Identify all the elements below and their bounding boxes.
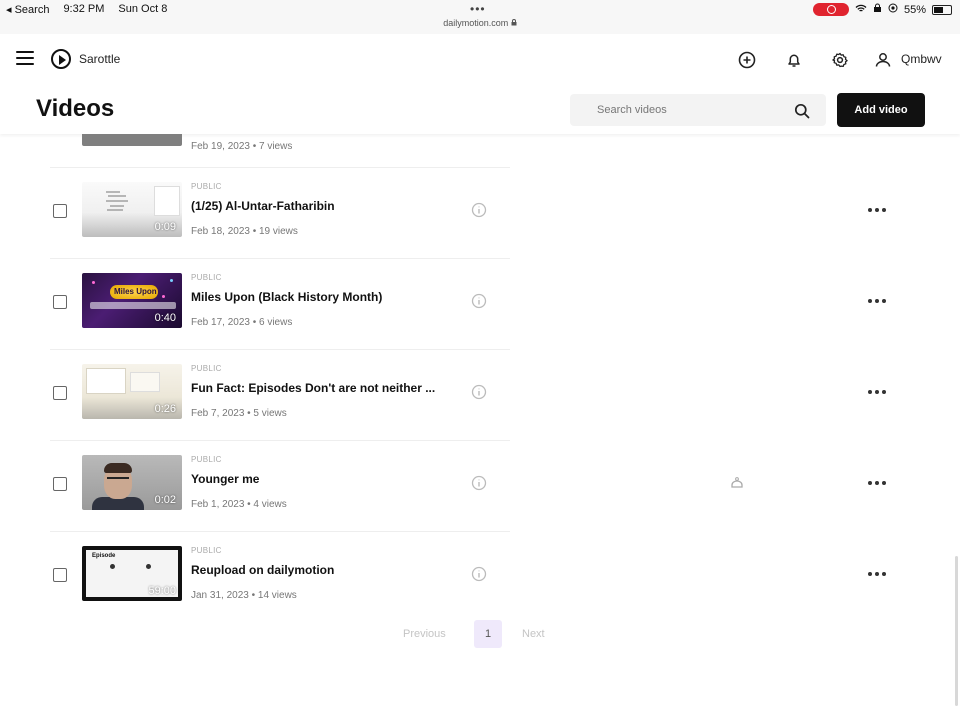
sparkle — [92, 281, 95, 284]
thumbnail-header-text: Episode — [92, 553, 116, 559]
video-title[interactable]: Miles Upon (Black History Month) — [191, 290, 382, 304]
video-title[interactable]: (1/25) Al-Untar-Fatharibin — [191, 199, 335, 213]
video-meta: Feb 18, 2023 • 19 views — [191, 226, 298, 237]
video-select-checkbox[interactable] — [53, 568, 67, 582]
back-to-search-link[interactable]: ◂ Search — [6, 3, 49, 16]
ios-status-bar: ◂ Search 9:32 PM Sun Oct 8 ••• dailymoti… — [0, 0, 960, 34]
channel-name[interactable]: Sarottle — [79, 52, 120, 66]
video-row[interactable]: Miles Upon 0:40 PUBLIC Miles Upon (Black… — [0, 259, 960, 350]
page-number-current[interactable]: 1 — [474, 620, 502, 648]
thumbnail-banner-text: Miles Upon — [114, 287, 157, 296]
video-thumbnail[interactable]: 0:26 — [82, 364, 182, 419]
next-page-link[interactable]: Next — [522, 628, 545, 640]
wifi-icon — [855, 4, 867, 16]
sparkle — [162, 295, 165, 298]
more-options-icon[interactable] — [868, 386, 890, 398]
status-right: 55% — [812, 3, 952, 16]
lock-icon — [511, 18, 517, 28]
status-time: 9:32 PM — [63, 3, 105, 15]
thumbnail-subtitle — [90, 302, 176, 309]
add-video-button[interactable]: Add video — [837, 93, 925, 127]
info-icon[interactable] — [471, 475, 487, 491]
video-meta: Jan 31, 2023 • 14 views — [191, 590, 297, 601]
visibility-label: PUBLIC — [191, 455, 222, 464]
search-box — [570, 94, 826, 126]
multitasking-dots[interactable]: ••• — [470, 2, 486, 16]
thumbnail-window — [130, 372, 160, 392]
screen-recording-icon[interactable] — [812, 3, 849, 16]
more-options-icon[interactable] — [868, 295, 890, 307]
visibility-label: PUBLIC — [191, 364, 222, 373]
sparkle — [170, 279, 173, 282]
visibility-label: PUBLIC — [191, 182, 222, 191]
battery-level — [934, 6, 943, 13]
top-app-bar: Sarottle Qmbwv — [0, 34, 960, 86]
search-input[interactable] — [570, 94, 790, 126]
status-left: ◂ Search 9:32 PM Sun Oct 8 — [6, 3, 167, 16]
video-duration: 0:26 — [154, 403, 176, 415]
video-row[interactable]: 0:09 PUBLIC (1/25) Al-Untar-Fatharibin F… — [0, 168, 960, 259]
video-thumbnail[interactable]: Miles Upon 0:40 — [82, 273, 182, 328]
menu-icon[interactable] — [16, 51, 34, 65]
pagination: Previous 1 Next — [0, 620, 960, 650]
search-icon[interactable] — [794, 103, 810, 119]
video-select-checkbox[interactable] — [53, 477, 67, 491]
scrollbar[interactable] — [955, 556, 958, 706]
more-options-icon[interactable] — [868, 477, 890, 489]
video-row[interactable]: 0:26 PUBLIC Fun Fact: Episodes Don't are… — [0, 350, 960, 441]
upload-icon[interactable] — [737, 50, 757, 70]
lock-rotation-icon — [873, 3, 882, 16]
url-text: dailymotion.com — [443, 18, 509, 28]
thumbnail-dot — [110, 564, 115, 569]
more-options-icon[interactable] — [868, 204, 890, 216]
settings-icon[interactable] — [830, 50, 850, 70]
video-thumbnail[interactable]: 0:02 — [82, 455, 182, 510]
video-title[interactable]: Reupload on dailymotion — [191, 563, 334, 577]
video-meta: Feb 17, 2023 • 6 views — [191, 317, 293, 328]
bell-icon[interactable] — [784, 50, 804, 70]
more-options-icon[interactable] — [868, 568, 890, 580]
thumbnail-glasses — [107, 477, 129, 481]
video-duration: 0:02 — [154, 494, 176, 506]
user-icon[interactable] — [873, 50, 893, 70]
video-meta: Feb 1, 2023 • 4 views — [191, 499, 287, 510]
video-duration: 59:00 — [148, 585, 176, 597]
video-meta: Feb 7, 2023 • 5 views — [191, 408, 287, 419]
battery-icon — [932, 4, 952, 15]
video-thumbnail[interactable]: 0:09 — [82, 182, 182, 237]
video-select-checkbox[interactable] — [53, 204, 67, 218]
video-row[interactable]: 0:02 PUBLIC Younger me Feb 1, 2023 • 4 v… — [0, 441, 960, 532]
page-title: Videos — [36, 95, 115, 122]
video-select-checkbox[interactable] — [53, 386, 67, 400]
user-name[interactable]: Qmbwv — [901, 52, 942, 66]
handwriting-scribble — [106, 191, 128, 211]
status-date: Sun Oct 8 — [118, 3, 168, 15]
visibility-label: PUBLIC — [191, 546, 222, 555]
info-icon[interactable] — [471, 293, 487, 309]
video-select-checkbox[interactable] — [53, 295, 67, 309]
page-header: Videos Add video — [0, 86, 960, 134]
video-meta: Feb 19, 2023 • 7 views — [191, 141, 293, 152]
monetization-icon[interactable] — [729, 475, 745, 491]
info-icon[interactable] — [471, 566, 487, 582]
video-thumbnail[interactable]: Episode 59:00 — [82, 546, 182, 601]
visibility-label: PUBLIC — [191, 273, 222, 282]
info-icon[interactable] — [471, 202, 487, 218]
video-row[interactable]: Episode 59:00 PUBLIC Reupload on dailymo… — [0, 532, 960, 623]
video-duration: 0:40 — [154, 312, 176, 324]
video-title[interactable]: Fun Fact: Episodes Don't are not neither… — [191, 381, 435, 395]
video-duration: 0:09 — [154, 221, 176, 233]
info-icon[interactable] — [471, 384, 487, 400]
previous-page-link[interactable]: Previous — [403, 628, 446, 640]
at-sign-icon — [888, 3, 898, 16]
thumbnail-window — [86, 368, 126, 394]
thumbnail-hair — [104, 463, 132, 473]
play-icon[interactable] — [51, 49, 71, 69]
thumbnail-dot — [146, 564, 151, 569]
video-thumbnail[interactable] — [82, 134, 182, 146]
thumbnail-panel — [154, 186, 180, 216]
video-title[interactable]: Younger me — [191, 472, 259, 486]
address-bar-url[interactable]: dailymotion.com — [0, 18, 960, 28]
battery-percent: 55% — [903, 3, 926, 16]
